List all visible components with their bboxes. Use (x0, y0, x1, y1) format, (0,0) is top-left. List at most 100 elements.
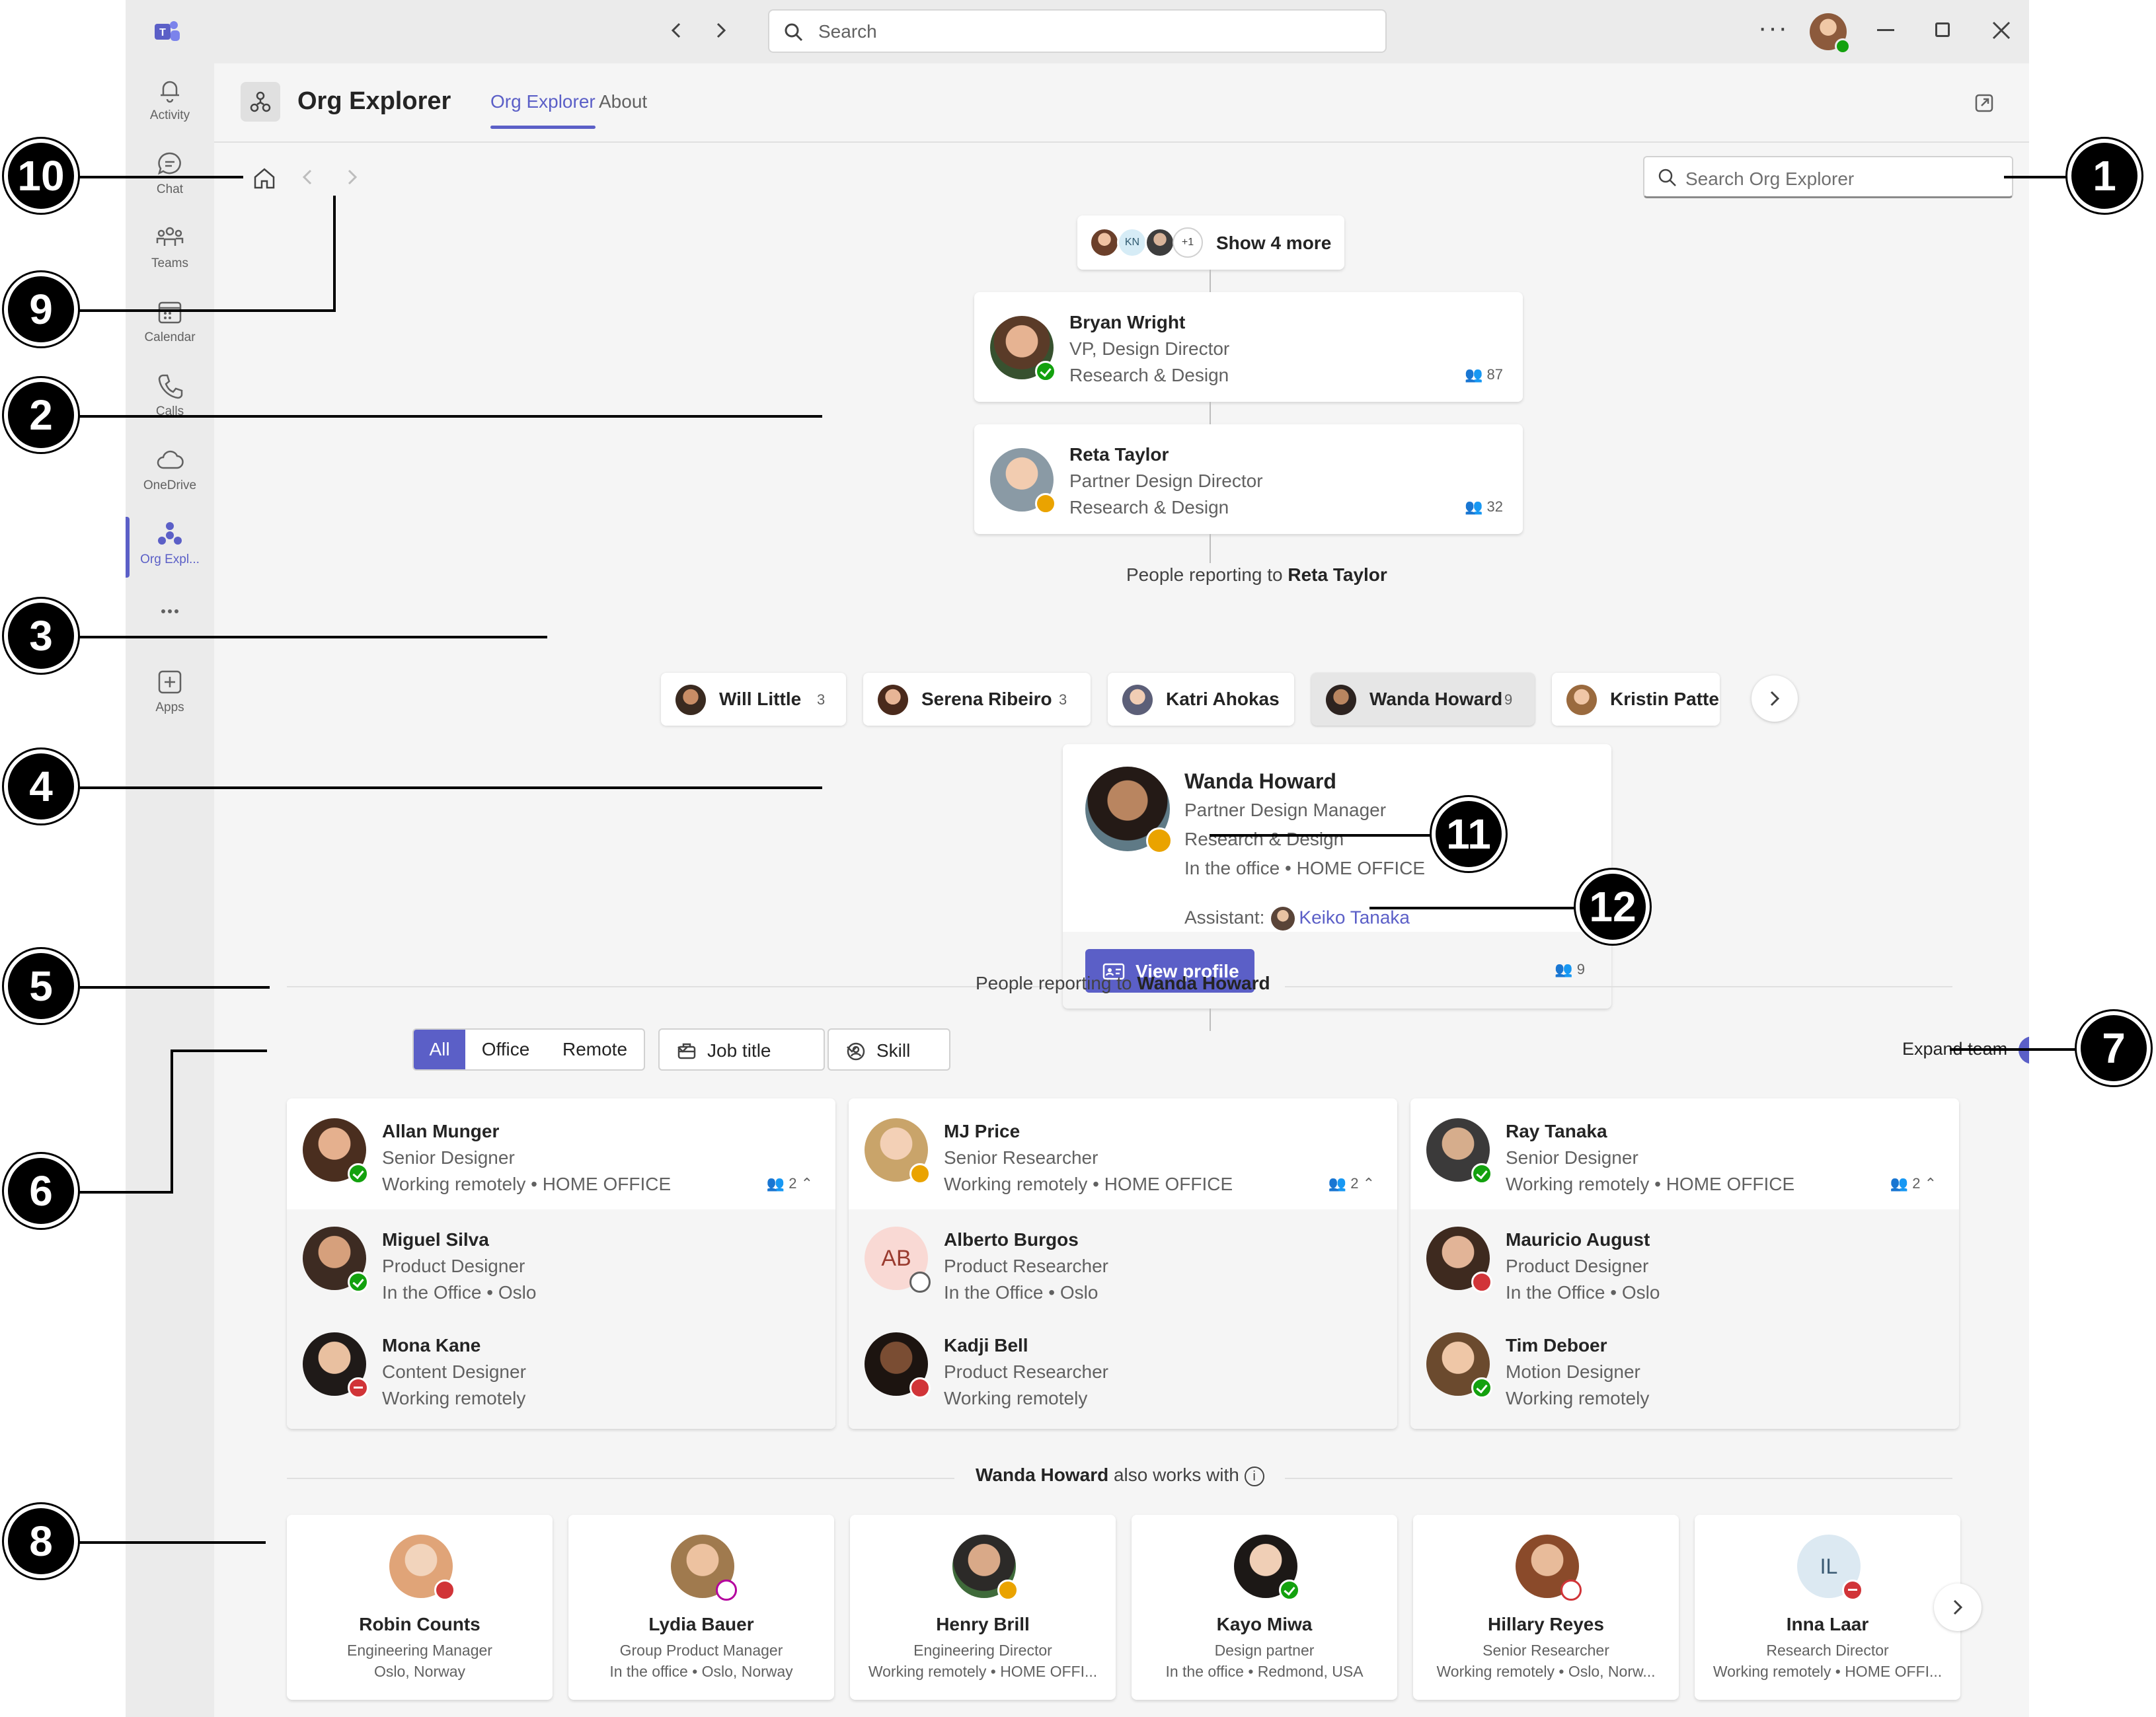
maximize-button[interactable] (1935, 22, 1950, 37)
collaborator-card[interactable]: Lydia Bauer Group Product Manager In the… (568, 1515, 834, 1700)
rail-label: Activity (149, 108, 190, 122)
info-icon[interactable]: i (1244, 1466, 1264, 1486)
peer-chip[interactable]: Katri Ahokas (1108, 673, 1294, 726)
label-prefix: People reporting to (976, 973, 1132, 993)
person-title: Senior Researcher (944, 1147, 1098, 1168)
presence-busy-ring-icon (1560, 1580, 1582, 1601)
divider (287, 986, 954, 987)
rail-item-teams[interactable]: Teams (126, 214, 214, 286)
org-search-input[interactable]: Search Org Explorer (1643, 156, 2013, 198)
person-location: Working remotely (1506, 1388, 1650, 1408)
collaborator-card[interactable]: Kayo Miwa Design partner In the office •… (1132, 1515, 1397, 1700)
team-lead: Ray Tanaka Senior Designer Working remot… (1410, 1104, 1959, 1203)
filter-remote[interactable]: Remote (546, 1030, 644, 1069)
person-title: Design partner (1214, 1642, 1315, 1659)
callout-12: 12 (1576, 870, 1650, 944)
collaborators-next-button[interactable] (1934, 1583, 1982, 1631)
filter-all[interactable]: All (414, 1030, 465, 1069)
callout-5: 5 (4, 949, 78, 1023)
count-value: 32 (1486, 498, 1503, 515)
peer-chip-selected[interactable]: Wanda Howard 9 (1311, 673, 1535, 726)
team-count-toggle[interactable]: 👥 2 ⌃ (767, 1175, 813, 1192)
more-options-button[interactable]: ··· (1758, 13, 1789, 43)
chevron-down-icon (677, 1046, 688, 1053)
org-forward-icon[interactable] (344, 167, 360, 188)
rail-item-calls[interactable]: Calls (126, 362, 214, 434)
tab-about[interactable]: About (599, 91, 647, 112)
user-avatar[interactable] (1810, 13, 1851, 54)
team-count-toggle[interactable]: 👥 2 ⌃ (1328, 1175, 1375, 1192)
team-lead-row[interactable]: Allan Munger Senior Designer Working rem… (287, 1098, 835, 1209)
team-member[interactable]: Tim Deboer Motion Designer Working remot… (1410, 1318, 1959, 1417)
avatar (990, 448, 1056, 514)
team-member[interactable]: Mauricio August Product Designer In the … (1410, 1212, 1959, 1311)
label-name: Wanda Howard (1137, 973, 1270, 993)
back-arrow-icon[interactable] (668, 20, 686, 41)
peer-chip[interactable]: Will Little 3 (661, 673, 846, 726)
callout-8: 8 (4, 1504, 78, 1578)
manager-card[interactable]: Reta Taylor Partner Design Director Rese… (974, 424, 1523, 534)
person-name: Wanda Howard (1184, 769, 1336, 793)
collaborator-card[interactable]: Robin Counts Engineering Manager Oslo, N… (287, 1515, 553, 1700)
team-member[interactable]: Kadji Bell Product Researcher Working re… (849, 1318, 1397, 1417)
assistant-link[interactable]: Keiko Tanaka (1299, 907, 1410, 927)
manager-card[interactable]: Bryan Wright VP, Design Director Researc… (974, 292, 1523, 402)
peers-section-label: People reporting to Reta Taylor (1126, 564, 1387, 586)
person-location: In the Office • Oslo (1506, 1282, 1660, 1303)
team-lead: MJ Price Senior Researcher Working remot… (849, 1104, 1397, 1203)
person-location: Working remotely (382, 1388, 526, 1408)
avatar (1122, 685, 1153, 715)
team-member[interactable]: Mona Kane Content Designer Working remot… (287, 1318, 835, 1417)
peer-chip[interactable]: Kristin Patte (1552, 673, 1720, 726)
job-title-dropdown[interactable]: Job title (658, 1028, 825, 1071)
team-lead-row[interactable]: MJ Price Senior Researcher Working remot… (849, 1098, 1397, 1209)
collaborator-card[interactable]: Henry Brill Engineering Director Working… (850, 1515, 1116, 1700)
team-card: MJ Price Senior Researcher Working remot… (849, 1098, 1397, 1429)
presence-available-icon (1035, 361, 1056, 382)
person-title: Engineering Director (913, 1642, 1052, 1659)
person-title: Content Designer (382, 1361, 526, 1382)
avatar (389, 1535, 455, 1601)
rail-item-org-explorer[interactable]: Org Expl... (126, 510, 214, 582)
assistant-row: Assistant: Keiko Tanaka (1184, 907, 1410, 931)
avatar (1089, 227, 1120, 258)
team-member[interactable]: AB Alberto Burgos Product Researcher In … (849, 1212, 1397, 1311)
callout-11: 11 (1432, 797, 1506, 871)
avatar (1566, 685, 1597, 715)
callout-1: 1 (2067, 139, 2141, 213)
forward-arrow-icon[interactable] (711, 20, 730, 41)
callout-2: 2 (4, 378, 78, 452)
home-icon[interactable] (251, 165, 278, 192)
count-value: 2 (789, 1175, 797, 1192)
close-window-icon[interactable] (1989, 19, 2013, 42)
rail-item-onedrive[interactable]: OneDrive (126, 436, 214, 508)
popout-icon[interactable] (1974, 93, 1995, 114)
avatar (1426, 1332, 1492, 1398)
filter-office[interactable]: Office (465, 1030, 546, 1069)
person-name: Lydia Bauer (648, 1614, 754, 1634)
presence-offline-icon (909, 1272, 931, 1293)
org-back-icon[interactable] (300, 167, 316, 188)
org-connector (1210, 1009, 1211, 1031)
peer-chip[interactable]: Serena Ribeiro 3 (863, 673, 1091, 726)
avatar (303, 1332, 369, 1398)
collaborator-card[interactable]: Hillary Reyes Senior Researcher Working … (1413, 1515, 1679, 1700)
collaborator-card[interactable]: IL Inna Laar Research Director Working r… (1695, 1515, 1960, 1700)
team-lead-row[interactable]: Ray Tanaka Senior Designer Working remot… (1410, 1098, 1959, 1209)
show-more-managers-button[interactable]: KN +1 Show 4 more (1077, 215, 1344, 270)
rail-more-button[interactable] (126, 592, 214, 632)
team-member[interactable]: Miguel Silva Product Designer In the Off… (287, 1212, 835, 1311)
team-count-toggle[interactable]: 👥 2 ⌃ (1890, 1175, 1937, 1192)
rail-item-calendar[interactable]: Calendar (126, 288, 214, 360)
presence-busy-icon (909, 1377, 931, 1398)
tab-org-explorer[interactable]: Org Explorer (490, 91, 596, 129)
rail-item-apps[interactable]: Apps (126, 658, 214, 730)
minimize-button[interactable] (1877, 29, 1894, 31)
selected-person-card[interactable]: Wanda Howard Partner Design Manager Rese… (1063, 744, 1611, 1009)
rail-item-activity[interactable]: Activity (126, 66, 214, 137)
global-search-input[interactable]: Search (768, 9, 1387, 53)
teams-icon (156, 227, 184, 246)
callout-line (78, 636, 547, 638)
skill-dropdown[interactable]: Skill (828, 1028, 950, 1071)
peers-next-button[interactable] (1752, 675, 1798, 722)
